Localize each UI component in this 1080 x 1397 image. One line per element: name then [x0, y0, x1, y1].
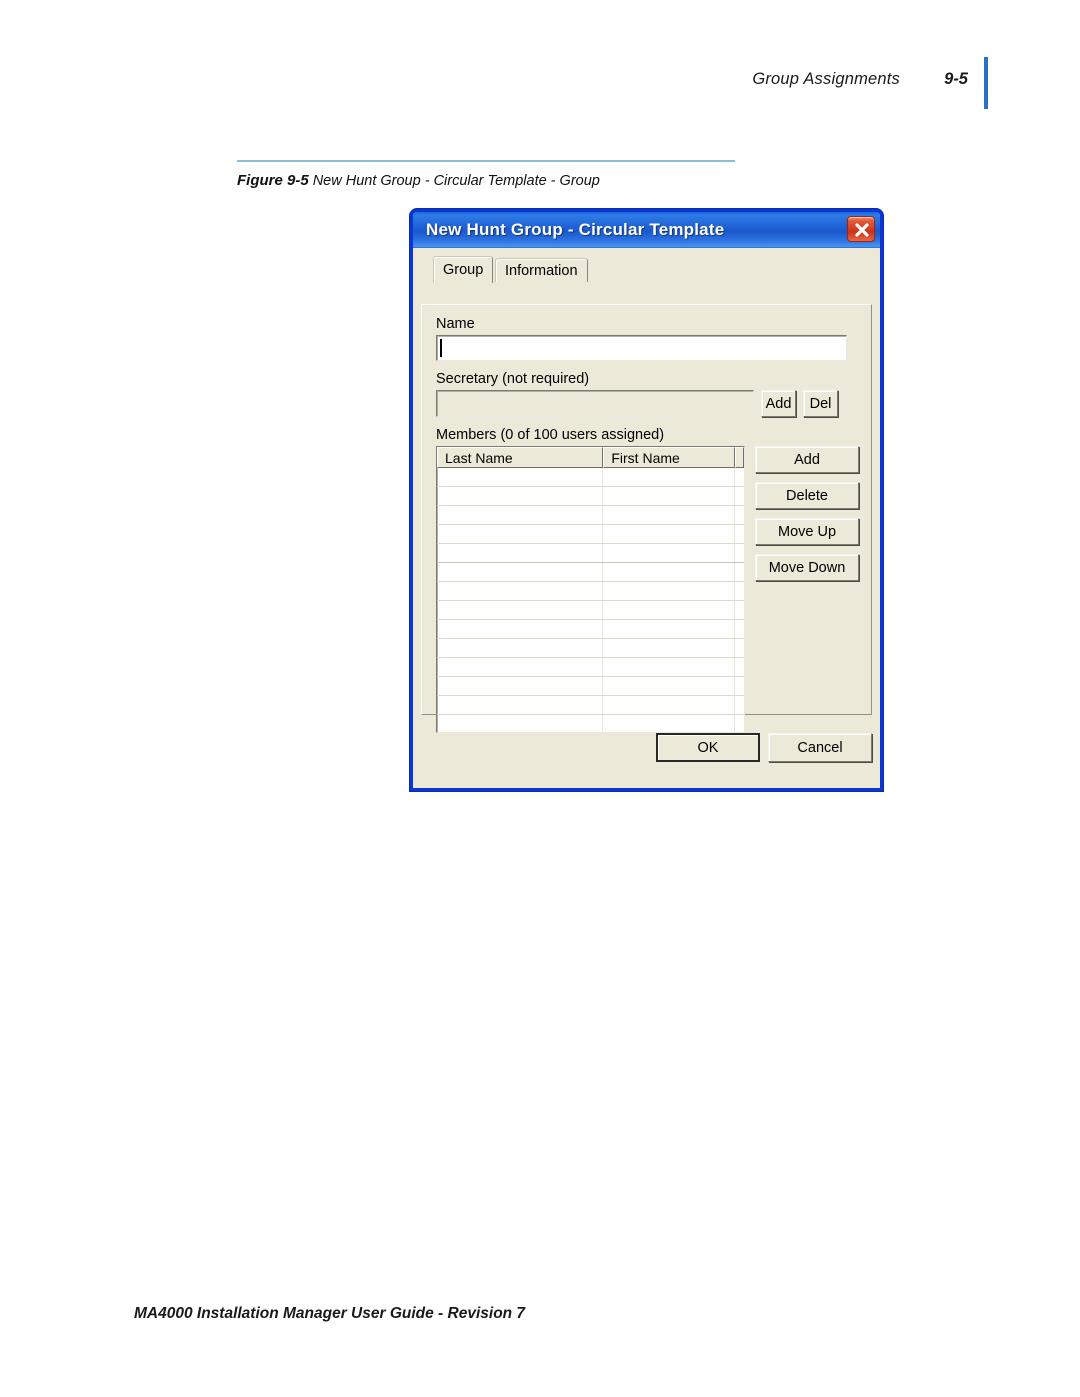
members-button-column: Add Delete Move Up Move Down — [755, 446, 859, 581]
cell-last-name — [437, 544, 604, 562]
name-label: Name — [436, 316, 475, 332]
cell-last-name — [437, 487, 604, 505]
cell-first-name — [603, 525, 736, 543]
tab-group-label: Group — [443, 262, 484, 278]
cell-spacer — [735, 525, 744, 543]
members-area: Last Name First Name Add Delete Move Up … — [436, 446, 859, 733]
column-header-first-name[interactable]: First Name — [603, 447, 736, 468]
cell-last-name — [437, 658, 604, 676]
cell-first-name — [603, 544, 736, 562]
name-input[interactable] — [436, 335, 847, 361]
members-delete-button[interactable]: Delete — [755, 482, 859, 509]
cell-last-name — [437, 696, 604, 714]
cell-spacer — [735, 620, 744, 638]
table-row[interactable] — [437, 696, 744, 715]
cell-last-name — [437, 468, 604, 486]
cancel-button[interactable]: Cancel — [768, 733, 872, 762]
tab-group[interactable]: Group — [433, 256, 494, 283]
tab-strip: Group Information — [433, 256, 872, 283]
cell-last-name — [437, 506, 604, 524]
table-row[interactable] — [437, 487, 744, 506]
header-section-title: Group Assignments — [752, 70, 900, 88]
header-page-number: 9-5 — [944, 70, 968, 88]
cell-last-name — [437, 582, 604, 600]
table-row[interactable] — [437, 658, 744, 677]
tab-information-label: Information — [505, 262, 578, 279]
cell-first-name — [603, 468, 736, 486]
tab-panel-group: Name Secretary (not required) Add Del Me… — [421, 304, 872, 733]
cell-first-name — [603, 601, 736, 619]
cell-spacer — [735, 468, 744, 486]
cell-spacer — [735, 506, 744, 524]
close-icon[interactable] — [847, 216, 875, 242]
cell-spacer — [735, 487, 744, 505]
cell-first-name — [603, 620, 736, 638]
cell-first-name — [603, 487, 736, 505]
cell-first-name — [603, 506, 736, 524]
cell-first-name — [603, 677, 736, 695]
secretary-label: Secretary (not required) — [436, 371, 590, 387]
table-row[interactable] — [437, 506, 744, 525]
dialog-body: Group Information Name Secretary (not re… — [413, 248, 880, 788]
text-caret — [440, 339, 442, 357]
tab-information[interactable]: Information — [495, 258, 588, 282]
cell-last-name — [437, 601, 604, 619]
figure-caption-text: New Hunt Group - Circular Template - Gro… — [312, 173, 600, 189]
page-footer: MA4000 Installation Manager User Guide -… — [134, 1305, 526, 1322]
members-move-up-button[interactable]: Move Up — [755, 518, 859, 545]
members-grid[interactable]: Last Name First Name — [436, 446, 745, 733]
cell-last-name — [437, 677, 604, 695]
figure-caption-block: Figure 9-5 New Hunt Group - Circular Temp… — [237, 160, 737, 189]
page-header: Group Assignments 9-5 — [0, 57, 1080, 109]
table-row[interactable] — [437, 544, 744, 563]
cell-last-name — [437, 525, 604, 543]
members-grid-rows — [437, 468, 744, 732]
cell-spacer — [735, 563, 744, 581]
table-row[interactable] — [437, 582, 744, 601]
table-row[interactable] — [437, 525, 744, 544]
cell-spacer — [735, 696, 744, 714]
cell-spacer — [735, 677, 744, 695]
cell-spacer — [735, 639, 744, 657]
table-row[interactable] — [437, 639, 744, 658]
table-row[interactable] — [437, 468, 744, 487]
figure-caption: Figure 9-5 New Hunt Group - Circular Temp… — [237, 172, 737, 189]
secretary-row: Add Del — [436, 390, 859, 417]
cell-spacer — [735, 601, 744, 619]
column-header-last-name[interactable]: Last Name — [437, 447, 604, 468]
cell-first-name — [603, 639, 736, 657]
members-label: Members (0 of 100 users assigned) — [436, 427, 665, 443]
dialog-title: New Hunt Group - Circular Template — [426, 220, 725, 239]
table-row[interactable] — [437, 563, 744, 582]
cell-first-name — [603, 563, 736, 581]
figure-number: Figure 9-5 — [237, 172, 309, 189]
secretary-del-button[interactable]: Del — [803, 390, 838, 417]
column-header-spacer — [735, 447, 744, 468]
dialog-title-bar[interactable]: New Hunt Group - Circular Template — [413, 212, 880, 248]
cell-first-name — [603, 582, 736, 600]
new-hunt-group-dialog: New Hunt Group - Circular Template Group… — [410, 209, 883, 791]
members-move-down-button[interactable]: Move Down — [755, 554, 859, 581]
secretary-add-button[interactable]: Add — [761, 390, 796, 417]
table-row[interactable] — [437, 601, 744, 620]
cell-spacer — [735, 544, 744, 562]
dialog-footer: OK Cancel — [421, 726, 872, 774]
members-grid-header: Last Name First Name — [437, 447, 744, 468]
table-row[interactable] — [437, 677, 744, 696]
table-row[interactable] — [437, 620, 744, 639]
members-add-button[interactable]: Add — [755, 446, 859, 473]
secretary-input[interactable] — [436, 390, 754, 417]
cell-last-name — [437, 620, 604, 638]
cell-spacer — [735, 582, 744, 600]
cell-last-name — [437, 639, 604, 657]
cell-first-name — [603, 696, 736, 714]
header-accent-rule — [984, 57, 988, 109]
cell-first-name — [603, 658, 736, 676]
figure-divider-rule — [237, 160, 735, 162]
ok-button[interactable]: OK — [656, 733, 760, 762]
cell-last-name — [437, 563, 604, 581]
cell-spacer — [735, 658, 744, 676]
